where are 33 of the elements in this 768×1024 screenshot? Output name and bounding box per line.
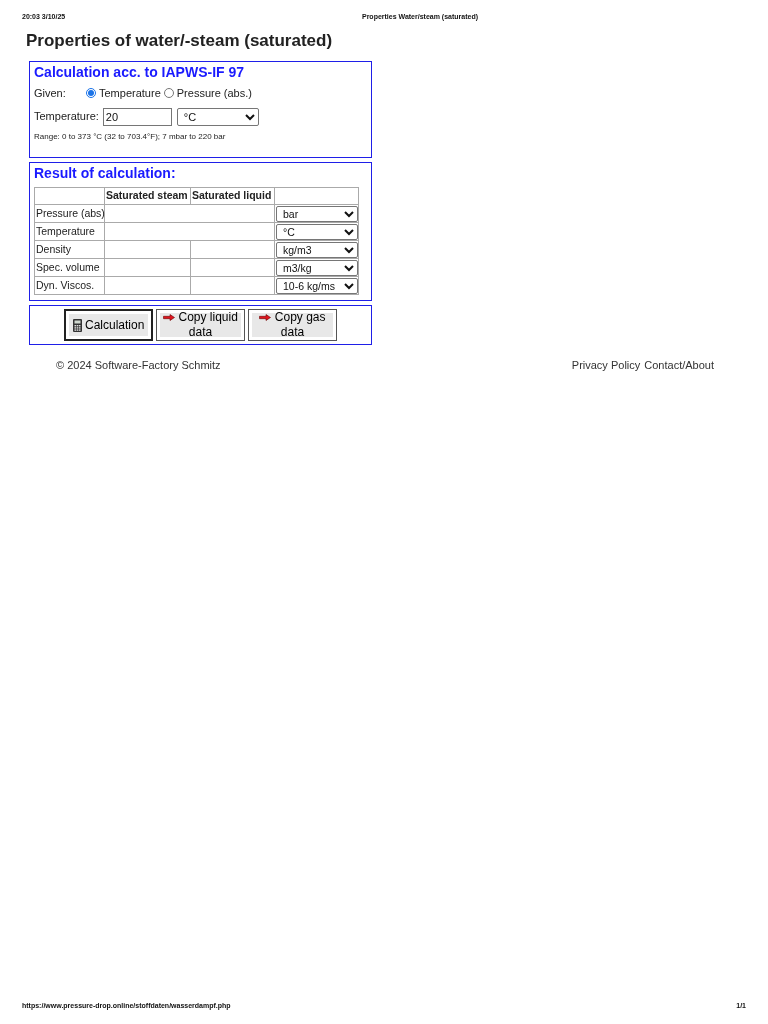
unit-select[interactable]: °C — [276, 223, 358, 240]
page-title: Properties of water/-steam (saturated) — [26, 30, 334, 52]
panel-heading: Result of calculation: — [34, 165, 177, 181]
row-label: Dyn. Viscos. — [34, 276, 105, 295]
row-label: Density — [34, 240, 105, 259]
temperature-input[interactable]: 20 — [102, 108, 172, 126]
unit-select[interactable]: °C — [176, 108, 259, 126]
column-header: Saturated liquid — [190, 187, 275, 205]
unit-select[interactable]: 10-6 kg/ms — [276, 277, 358, 294]
given-label: Given: — [34, 86, 67, 100]
radio-button[interactable] — [86, 88, 96, 98]
footer-link[interactable]: Privacy Policy — [571, 357, 641, 373]
copy-button[interactable]: Copy liquid data — [156, 309, 245, 341]
unit-select[interactable]: m3/kg — [276, 259, 358, 276]
copy-button[interactable]: Copy gas data — [248, 309, 337, 341]
range-note: Range: 0 to 373 °C (32 to 703.4°F); 7 mbar to 220 bar — [34, 132, 227, 142]
calculator-icon — [72, 318, 82, 332]
arrow-right-icon — [163, 314, 176, 322]
radio-button[interactable] — [163, 88, 174, 98]
radio-label[interactable]: Pressure (abs.) — [176, 86, 252, 100]
panel-heading: Calculation acc. to IAPWS-IF 97 — [34, 64, 246, 80]
unit-select[interactable]: bar — [276, 205, 358, 222]
footer-link[interactable]: Contact/About — [644, 357, 714, 373]
unit-select[interactable]: kg/m3 — [276, 241, 358, 258]
column-header: Saturated steam — [104, 187, 191, 205]
copyright-text: © 2024 Software-Factory Schmitz — [56, 358, 221, 373]
radio-label[interactable]: Temperature — [99, 86, 161, 100]
row-label: Pressure (abs) — [34, 204, 105, 223]
row-label: Spec. volume — [34, 258, 105, 277]
field-label: Temperature: — [34, 110, 99, 124]
arrow-right-icon — [259, 314, 272, 322]
calculation-button[interactable]: Calculation — [64, 309, 153, 341]
row-label: Temperature — [34, 222, 105, 241]
